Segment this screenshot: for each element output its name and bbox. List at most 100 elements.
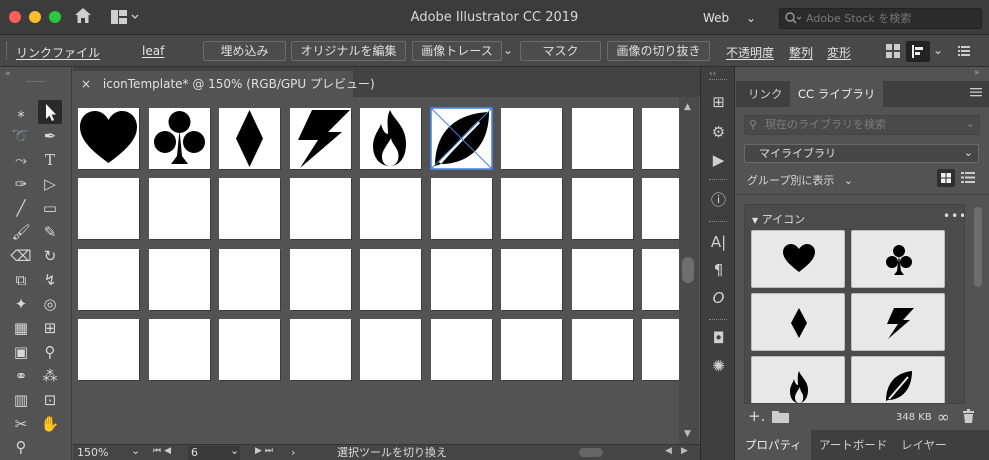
scale-tool-icon[interactable]: ⧉ bbox=[9, 268, 33, 292]
workspace-switcher[interactable]: Web ⌄ bbox=[703, 8, 763, 28]
more-options-icon[interactable]: ••• bbox=[943, 209, 964, 223]
add-content-icon[interactable]: +. bbox=[748, 407, 765, 425]
symbol-sprayer-tool-icon[interactable]: ⁂ bbox=[38, 364, 62, 388]
strip-grip[interactable] bbox=[709, 79, 727, 80]
scroll-down-icon[interactable]: ▼ bbox=[684, 429, 691, 439]
tab-links[interactable]: リンク bbox=[740, 81, 791, 107]
library-search-input[interactable]: ⚲ 現在のライブラリを検索 ⌄ bbox=[744, 115, 980, 135]
library-asset-diamond[interactable] bbox=[751, 293, 845, 351]
scroll-up-icon[interactable]: ▲ bbox=[684, 102, 691, 112]
slice-tool-icon[interactable]: ✂ bbox=[9, 412, 33, 436]
line-tool-icon[interactable]: ╱ bbox=[9, 196, 33, 220]
canvas[interactable] bbox=[73, 97, 679, 444]
column-graph-tool-icon[interactable]: ▥ bbox=[9, 388, 33, 412]
artboard-empty[interactable] bbox=[219, 249, 280, 310]
artboard-empty[interactable] bbox=[290, 178, 351, 239]
artboard-empty[interactable] bbox=[360, 319, 421, 380]
minimize-window-button[interactable] bbox=[29, 11, 41, 23]
tab-artboards[interactable]: アートボード bbox=[810, 430, 896, 460]
artboard-empty[interactable] bbox=[290, 249, 351, 310]
group-by-dropdown[interactable]: グループ別に表示 ⌄ bbox=[747, 172, 853, 188]
library-select[interactable]: マイライブラリ ⌄ bbox=[744, 144, 979, 163]
zoom-tool-icon[interactable]: ⚲ bbox=[9, 435, 33, 459]
magic-wand-tool-icon[interactable]: ⁎ bbox=[9, 100, 33, 124]
artboard-tool-icon[interactable]: ⊡ bbox=[38, 388, 62, 412]
artboard-empty[interactable] bbox=[642, 108, 679, 169]
artboard-empty[interactable] bbox=[431, 178, 492, 239]
artboard-empty[interactable] bbox=[219, 178, 280, 239]
artboard-empty[interactable] bbox=[572, 319, 633, 380]
shape-builder-tool-icon[interactable]: ◎ bbox=[38, 292, 62, 316]
control-bar-grip[interactable] bbox=[6, 42, 9, 60]
library-asset-flame[interactable] bbox=[751, 356, 845, 403]
direct-selection-plus-icon[interactable]: ✒ bbox=[38, 124, 62, 148]
scroll-left-icon[interactable]: ◀ bbox=[665, 446, 672, 456]
artboard-empty[interactable] bbox=[149, 178, 210, 239]
embed-button[interactable]: 埋め込み bbox=[203, 41, 286, 61]
artboard-empty[interactable] bbox=[149, 249, 210, 310]
artboard-empty[interactable] bbox=[642, 178, 679, 239]
panel-menu-icon[interactable] bbox=[970, 86, 982, 100]
opacity-link[interactable]: 不透明度 bbox=[726, 44, 774, 61]
zoom-level-select[interactable]: 150% ⌄ bbox=[77, 444, 141, 460]
library-asset-lightning[interactable] bbox=[851, 293, 945, 351]
status-menu-icon[interactable]: › bbox=[291, 446, 295, 459]
next-last-artboard-icons[interactable]: ▶⏭ bbox=[255, 446, 276, 456]
file-name-link[interactable]: leaf bbox=[142, 44, 164, 58]
paintbrush-tool-icon[interactable]: 🖌 bbox=[9, 220, 33, 244]
image-trace-button[interactable]: 画像トレース bbox=[412, 41, 502, 61]
artboard-empty[interactable] bbox=[360, 178, 421, 239]
image-trace-dropdown-icon[interactable]: ⌄ bbox=[503, 43, 513, 57]
rotate-tool-icon[interactable]: ↻ bbox=[38, 244, 62, 268]
pencil-tool-icon[interactable]: ✎ bbox=[38, 220, 62, 244]
folder-icon[interactable] bbox=[772, 410, 789, 426]
tools-grip[interactable] bbox=[27, 81, 45, 82]
collapse-arrows-icon[interactable]: « bbox=[5, 69, 11, 79]
isolate-grid-icon[interactable] bbox=[886, 44, 900, 61]
close-tab-icon[interactable]: × bbox=[81, 77, 91, 91]
artboard-empty[interactable] bbox=[290, 319, 351, 380]
brushes-panel-icon[interactable]: ✺ bbox=[701, 353, 736, 379]
artboard-club[interactable] bbox=[149, 108, 210, 169]
eraser-tool-icon[interactable]: ⌫ bbox=[9, 244, 33, 268]
first-prev-artboard-icons[interactable]: ⏮◀ bbox=[153, 446, 174, 456]
pen-tool-icon[interactable]: ✑ bbox=[9, 172, 33, 196]
artboard-empty[interactable] bbox=[642, 249, 679, 310]
collapse-panel-icon[interactable]: » bbox=[974, 68, 980, 78]
artboard-lightning[interactable] bbox=[290, 108, 351, 169]
curvature-tool-icon[interactable]: ⤳ bbox=[9, 148, 33, 172]
artboard-flame[interactable] bbox=[360, 108, 421, 169]
arrange-documents-icon[interactable] bbox=[111, 10, 139, 27]
vertical-scrollbar[interactable]: ▲ ▼ bbox=[679, 97, 699, 444]
align-options-button[interactable] bbox=[906, 41, 930, 62]
chevron-down-icon[interactable]: ⌄ bbox=[933, 43, 943, 57]
panel-menu-icon[interactable] bbox=[958, 45, 970, 59]
direct-selection-tool-icon[interactable]: ▷ bbox=[38, 172, 62, 196]
transform-panel-icon[interactable]: ⊞ bbox=[701, 89, 736, 115]
gradient-tool-icon[interactable]: ▣ bbox=[9, 340, 33, 364]
perspective-grid-tool-icon[interactable]: ▦ bbox=[9, 316, 33, 340]
list-view-icon[interactable] bbox=[961, 171, 975, 187]
artboard-empty[interactable] bbox=[501, 178, 562, 239]
tab-cc-libraries[interactable]: CC ライブラリ bbox=[790, 81, 884, 107]
edit-original-button[interactable]: オリジナルを編集 bbox=[291, 41, 406, 61]
library-asset-club[interactable] bbox=[851, 230, 945, 288]
crop-image-button[interactable]: 画像の切り抜き bbox=[607, 41, 710, 61]
strip-grip[interactable] bbox=[709, 179, 727, 180]
warp-tool-icon[interactable]: ↯ bbox=[38, 268, 62, 292]
artboard-empty[interactable] bbox=[431, 249, 492, 310]
horizontal-scroll-thumb[interactable] bbox=[579, 448, 603, 457]
info-panel-icon[interactable]: ⓘ bbox=[701, 187, 736, 213]
grid-view-button[interactable] bbox=[937, 169, 955, 187]
tab-properties[interactable]: プロパティ bbox=[736, 430, 811, 460]
linked-file-link[interactable]: リンクファイル bbox=[16, 44, 100, 61]
character-panel-icon[interactable]: A| bbox=[701, 229, 736, 255]
lasso-tool-icon[interactable]: ➰ bbox=[9, 124, 33, 148]
align-link[interactable]: 整列 bbox=[789, 44, 813, 61]
adobe-stock-search-input[interactable]: Adobe Stock を検索 bbox=[779, 8, 982, 29]
artboard-diamond[interactable] bbox=[219, 108, 280, 169]
mask-button[interactable]: マスク bbox=[520, 41, 601, 61]
artboard-empty[interactable] bbox=[501, 319, 562, 380]
transform-link[interactable]: 変形 bbox=[827, 44, 851, 61]
rectangle-tool-icon[interactable]: ▭ bbox=[38, 196, 62, 220]
